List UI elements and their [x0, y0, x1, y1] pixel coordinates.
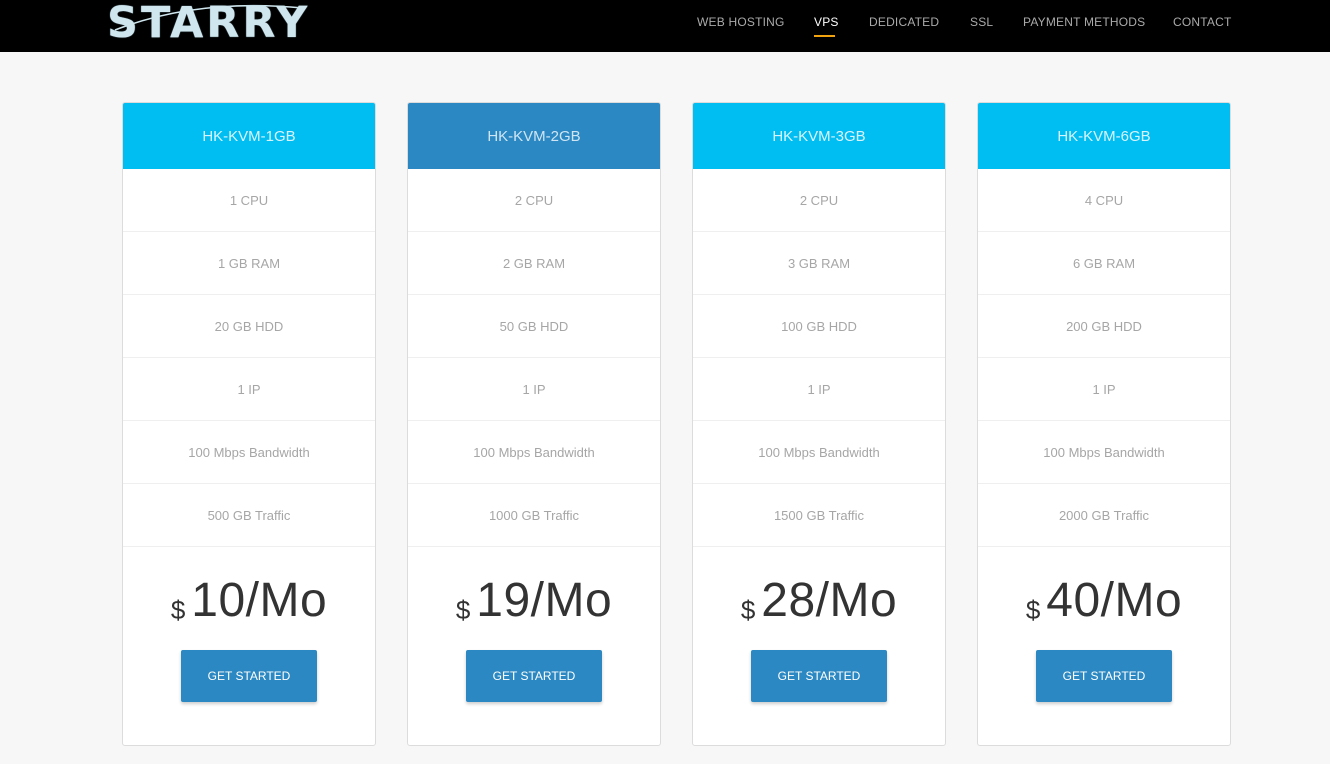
- feature-cpu: 2 CPU: [408, 169, 660, 232]
- feature-traffic: 1500 GB Traffic: [693, 484, 945, 547]
- feature-traffic: 500 GB Traffic: [123, 484, 375, 547]
- pricing-card-hk-kvm-3gb: HK-KVM-3GB 2 CPU 3 GB RAM 100 GB HDD 1 I…: [692, 102, 946, 746]
- feature-cpu: 4 CPU: [978, 169, 1230, 232]
- pricing-card-hk-kvm-1gb: HK-KVM-1GB 1 CPU 1 GB RAM 20 GB HDD 1 IP…: [122, 102, 376, 746]
- currency-symbol: $: [1025, 595, 1041, 625]
- nav-payment-methods[interactable]: PAYMENT METHODS: [1023, 15, 1145, 29]
- feature-storage: 200 GB HDD: [978, 295, 1230, 358]
- plan-name: HK-KVM-2GB: [408, 103, 660, 169]
- logo-text: STARRY: [107, 0, 311, 48]
- plan-price: $10/Mo: [123, 573, 375, 628]
- feature-cpu: 1 CPU: [123, 169, 375, 232]
- feature-ip: 1 IP: [408, 358, 660, 421]
- currency-symbol: $: [455, 595, 471, 625]
- price-amount: 28/Mo: [761, 574, 898, 627]
- currency-symbol: $: [740, 595, 756, 625]
- currency-symbol: $: [170, 595, 186, 625]
- feature-bandwidth: 100 Mbps Bandwidth: [123, 421, 375, 484]
- feature-storage: 50 GB HDD: [408, 295, 660, 358]
- feature-bandwidth: 100 Mbps Bandwidth: [693, 421, 945, 484]
- feature-traffic: 2000 GB Traffic: [978, 484, 1230, 547]
- get-started-button[interactable]: GET STARTED: [466, 650, 602, 702]
- get-started-button[interactable]: GET STARTED: [751, 650, 887, 702]
- plan-name: HK-KVM-1GB: [123, 103, 375, 169]
- nav-dedicated[interactable]: DEDICATED: [869, 15, 939, 29]
- feature-storage: 100 GB HDD: [693, 295, 945, 358]
- plan-price: $40/Mo: [978, 573, 1230, 628]
- price-amount: 40/Mo: [1046, 574, 1183, 627]
- feature-ip: 1 IP: [693, 358, 945, 421]
- feature-cpu: 2 CPU: [693, 169, 945, 232]
- plan-name: HK-KVM-3GB: [693, 103, 945, 169]
- price-amount: 19/Mo: [476, 574, 613, 627]
- pricing-card-hk-kvm-6gb: HK-KVM-6GB 4 CPU 6 GB RAM 200 GB HDD 1 I…: [977, 102, 1231, 746]
- nav-web-hosting[interactable]: WEB HOSTING: [697, 15, 785, 29]
- nav-ssl[interactable]: SSL: [970, 15, 993, 29]
- feature-ram: 3 GB RAM: [693, 232, 945, 295]
- feature-ram: 2 GB RAM: [408, 232, 660, 295]
- plan-name: HK-KVM-6GB: [978, 103, 1230, 169]
- get-started-button[interactable]: GET STARTED: [1036, 650, 1172, 702]
- feature-ip: 1 IP: [123, 358, 375, 421]
- pricing-card-hk-kvm-2gb: HK-KVM-2GB 2 CPU 2 GB RAM 50 GB HDD 1 IP…: [407, 102, 661, 746]
- feature-ip: 1 IP: [978, 358, 1230, 421]
- starry-logo[interactable]: STARRY: [107, 0, 307, 48]
- plan-price: $19/Mo: [408, 573, 660, 628]
- feature-bandwidth: 100 Mbps Bandwidth: [408, 421, 660, 484]
- feature-ram: 1 GB RAM: [123, 232, 375, 295]
- plan-price: $28/Mo: [693, 573, 945, 628]
- nav-contact[interactable]: CONTACT: [1173, 15, 1232, 29]
- top-navbar: STARRY WEB HOSTING VPS DEDICATED SSL PAY…: [0, 0, 1330, 52]
- get-started-button[interactable]: GET STARTED: [181, 650, 317, 702]
- feature-bandwidth: 100 Mbps Bandwidth: [978, 421, 1230, 484]
- nav-vps[interactable]: VPS: [814, 15, 839, 29]
- feature-traffic: 1000 GB Traffic: [408, 484, 660, 547]
- feature-ram: 6 GB RAM: [978, 232, 1230, 295]
- feature-storage: 20 GB HDD: [123, 295, 375, 358]
- nav-active-underline: [814, 35, 835, 37]
- price-amount: 10/Mo: [191, 574, 328, 627]
